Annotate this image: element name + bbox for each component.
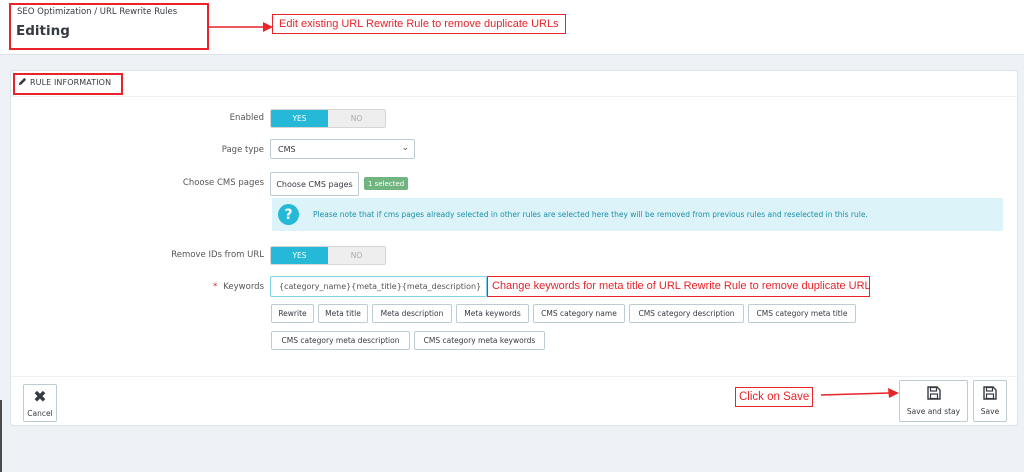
rule-information-panel: RULE INFORMATION ✖ Cancel Save and stay … bbox=[10, 70, 1018, 426]
save-label: Save bbox=[980, 407, 1000, 416]
annotation-arrow-title bbox=[209, 22, 273, 32]
panel-heading-title: RULE INFORMATION bbox=[30, 78, 112, 87]
close-icon: ✖ bbox=[33, 386, 47, 406]
save-and-stay-button[interactable]: Save and stay bbox=[899, 380, 968, 422]
token-cms-category-description[interactable]: CMS category description bbox=[629, 304, 744, 323]
token-meta-keywords[interactable]: Meta keywords bbox=[456, 304, 529, 323]
token-cms-category-meta-title[interactable]: CMS category meta title bbox=[748, 304, 856, 323]
cancel-label: Cancel bbox=[27, 408, 53, 418]
alert-text: Please note that if cms pages already se… bbox=[313, 210, 868, 219]
save-and-stay-label: Save and stay bbox=[906, 407, 961, 416]
floppy-disk-icon bbox=[983, 386, 997, 403]
annotation-save-note: Click on Save bbox=[735, 387, 814, 407]
panel-footer: ✖ Cancel Save and stay Save bbox=[11, 376, 1017, 426]
choose-cms-label: Choose CMS pages bbox=[182, 178, 264, 188]
question-icon: ? bbox=[278, 204, 299, 225]
token-cms-category-meta-keywords[interactable]: CMS category meta keywords bbox=[414, 331, 545, 350]
annotation-arrow-save bbox=[821, 388, 899, 398]
remove-ids-switch[interactable]: YES NO bbox=[270, 246, 386, 265]
remove-ids-yes[interactable]: YES bbox=[271, 247, 328, 264]
page-type-label: Page type bbox=[221, 145, 264, 155]
enabled-yes[interactable]: YES bbox=[271, 110, 328, 127]
remove-ids-label: Remove IDs from URL bbox=[171, 250, 264, 260]
token-rewrite[interactable]: Rewrite bbox=[271, 304, 314, 323]
pencil-icon bbox=[18, 77, 27, 88]
token-meta-description[interactable]: Meta description bbox=[372, 304, 452, 323]
annotation-keywords-note: Change keywords for meta title of URL Re… bbox=[487, 276, 870, 297]
keywords-label-text: Keywords bbox=[223, 282, 264, 292]
enabled-no[interactable]: NO bbox=[328, 110, 385, 127]
keywords-input[interactable]: {category_name}{meta_title}{meta_descrip… bbox=[270, 276, 487, 297]
annotation-highlight-title bbox=[9, 3, 209, 50]
cancel-button[interactable]: ✖ Cancel bbox=[23, 384, 57, 422]
annotation-edit-note: Edit existing URL Rewrite Rule to remove… bbox=[272, 14, 566, 34]
page-type-select[interactable]: CMS ⌄ bbox=[270, 139, 415, 159]
required-marker: * bbox=[213, 282, 218, 292]
page-type-value: CMS bbox=[278, 144, 296, 154]
token-meta-title[interactable]: Meta title bbox=[318, 304, 368, 323]
floppy-disk-icon bbox=[926, 386, 941, 403]
enabled-label: Enabled bbox=[229, 113, 264, 123]
window-edge bbox=[0, 400, 2, 472]
remove-ids-no[interactable]: NO bbox=[328, 247, 385, 264]
selected-count-badge: 1 selected bbox=[364, 177, 409, 190]
save-button[interactable]: Save bbox=[973, 380, 1007, 422]
enabled-switch[interactable]: YES NO bbox=[270, 109, 386, 128]
token-cms-category-meta-description[interactable]: CMS category meta description bbox=[271, 331, 410, 350]
keywords-label: * Keywords bbox=[213, 282, 264, 292]
info-alert: ? Please note that if cms pages already … bbox=[272, 198, 1003, 231]
chevron-down-icon: ⌄ bbox=[401, 143, 409, 153]
choose-cms-pages-button[interactable]: Choose CMS pages bbox=[270, 172, 359, 196]
token-cms-category-name[interactable]: CMS category name bbox=[533, 304, 625, 323]
panel-heading: RULE INFORMATION bbox=[11, 71, 1017, 97]
